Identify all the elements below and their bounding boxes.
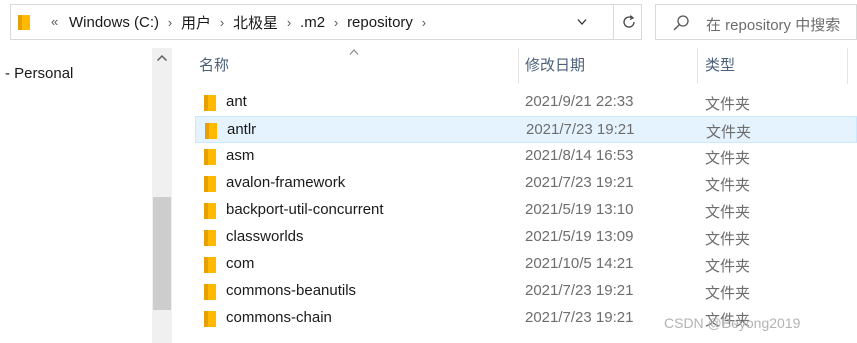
overflow-chevron-icon[interactable]: « [51,14,58,29]
item-type: 文件夹 [705,204,751,221]
item-date: 2021/7/23 19:21 [525,174,634,191]
item-date: 2021/9/21 22:33 [525,93,634,110]
item-name: asm [226,147,255,164]
item-type: 文件夹 [705,285,751,302]
chevron-right-icon[interactable]: › [325,15,347,30]
list-item[interactable]: com 2021/10/5 14:21 文件夹 [195,251,857,278]
item-name: commons-chain [226,309,332,326]
folder-icon [204,311,216,327]
chevron-right-icon[interactable]: › [159,15,181,30]
breadcrumb-drive[interactable]: Windows (C:) [69,14,159,31]
breadcrumb: Windows (C:) › 用户 › 北极星 › .m2 › reposito… [69,5,435,39]
folder-icon [204,230,216,246]
item-name: avalon-framework [226,174,346,191]
item-type: 文件夹 [705,150,751,167]
column-name[interactable]: 名称 [199,48,229,84]
folder-icon [204,284,216,300]
list-item[interactable]: asm 2021/8/14 16:53 文件夹 [195,143,857,170]
chevron-right-icon[interactable]: › [413,15,435,30]
item-name: antlr [227,121,257,138]
item-date: 2021/10/5 14:21 [525,255,634,272]
item-type: 文件夹 [705,258,751,275]
folder-icon [205,123,217,139]
search-icon [673,15,689,31]
item-date: 2021/5/19 13:10 [525,201,634,218]
sort-ascending-icon [349,49,359,55]
scrollbar-thumb[interactable] [153,197,171,310]
item-date: 2021/8/14 16:53 [525,147,634,164]
item-name: com [226,255,255,272]
item-date: 2021/7/23 19:21 [526,121,635,138]
breadcrumb-m2[interactable]: .m2 [300,14,325,31]
folder-icon [18,15,30,30]
watermark: CSDN @Beyong2019 [664,315,801,331]
list-item[interactable]: antlr 2021/7/23 19:21 文件夹 [195,116,857,143]
nav-scrollbar[interactable] [152,48,172,343]
chevron-right-icon[interactable]: › [278,15,300,30]
folder-icon [204,95,216,111]
breadcrumb-users[interactable]: 用户 [181,12,211,33]
item-name: ant [226,93,247,110]
column-type[interactable]: 类型 [705,48,735,84]
folder-icon [204,203,216,219]
scroll-up-icon[interactable] [156,54,168,62]
address-bar[interactable]: « Windows (C:) › 用户 › 北极星 › .m2 › reposi… [10,4,642,40]
chevron-right-icon[interactable]: › [211,15,233,30]
list-item[interactable]: ant 2021/9/21 22:33 文件夹 [195,89,857,116]
refresh-button[interactable] [613,5,644,39]
item-name: backport-util-concurrent [226,201,384,218]
item-type: 文件夹 [705,231,751,248]
column-divider[interactable] [697,48,698,84]
item-date: 2021/5/19 13:09 [525,228,634,245]
item-date: 2021/7/23 19:21 [525,309,634,326]
column-date-modified[interactable]: 修改日期 [525,48,585,84]
item-type: 文件夹 [706,124,752,141]
list-item[interactable]: avalon-framework 2021/7/23 19:21 文件夹 [195,170,857,197]
chevron-down-icon[interactable] [577,18,587,26]
folder-icon [204,257,216,273]
list-item[interactable]: classworlds 2021/5/19 13:09 文件夹 [195,224,857,251]
list-item[interactable]: commons-beanutils 2021/7/23 19:21 文件夹 [195,278,857,305]
column-divider[interactable] [847,48,848,84]
search-box[interactable]: 在 repository 中搜索 [655,4,857,40]
navigation-pane: - Personal [0,48,175,343]
refresh-icon [623,15,635,28]
breadcrumb-repository[interactable]: repository [347,14,413,31]
item-name: classworlds [226,228,304,245]
folder-icon [204,176,216,192]
nav-item-personal[interactable]: - Personal [5,65,73,82]
breadcrumb-user[interactable]: 北极星 [233,12,278,33]
search-placeholder: 在 repository 中搜索 [706,17,841,34]
folder-icon [204,149,216,165]
list-item[interactable]: backport-util-concurrent 2021/5/19 13:10 文… [195,197,857,224]
item-type: 文件夹 [705,96,751,113]
column-divider[interactable] [518,48,519,84]
item-date: 2021/7/23 19:21 [525,282,634,299]
item-type: 文件夹 [705,177,751,194]
item-name: commons-beanutils [226,282,357,299]
column-header-row: 名称 修改日期 类型 [175,48,857,84]
